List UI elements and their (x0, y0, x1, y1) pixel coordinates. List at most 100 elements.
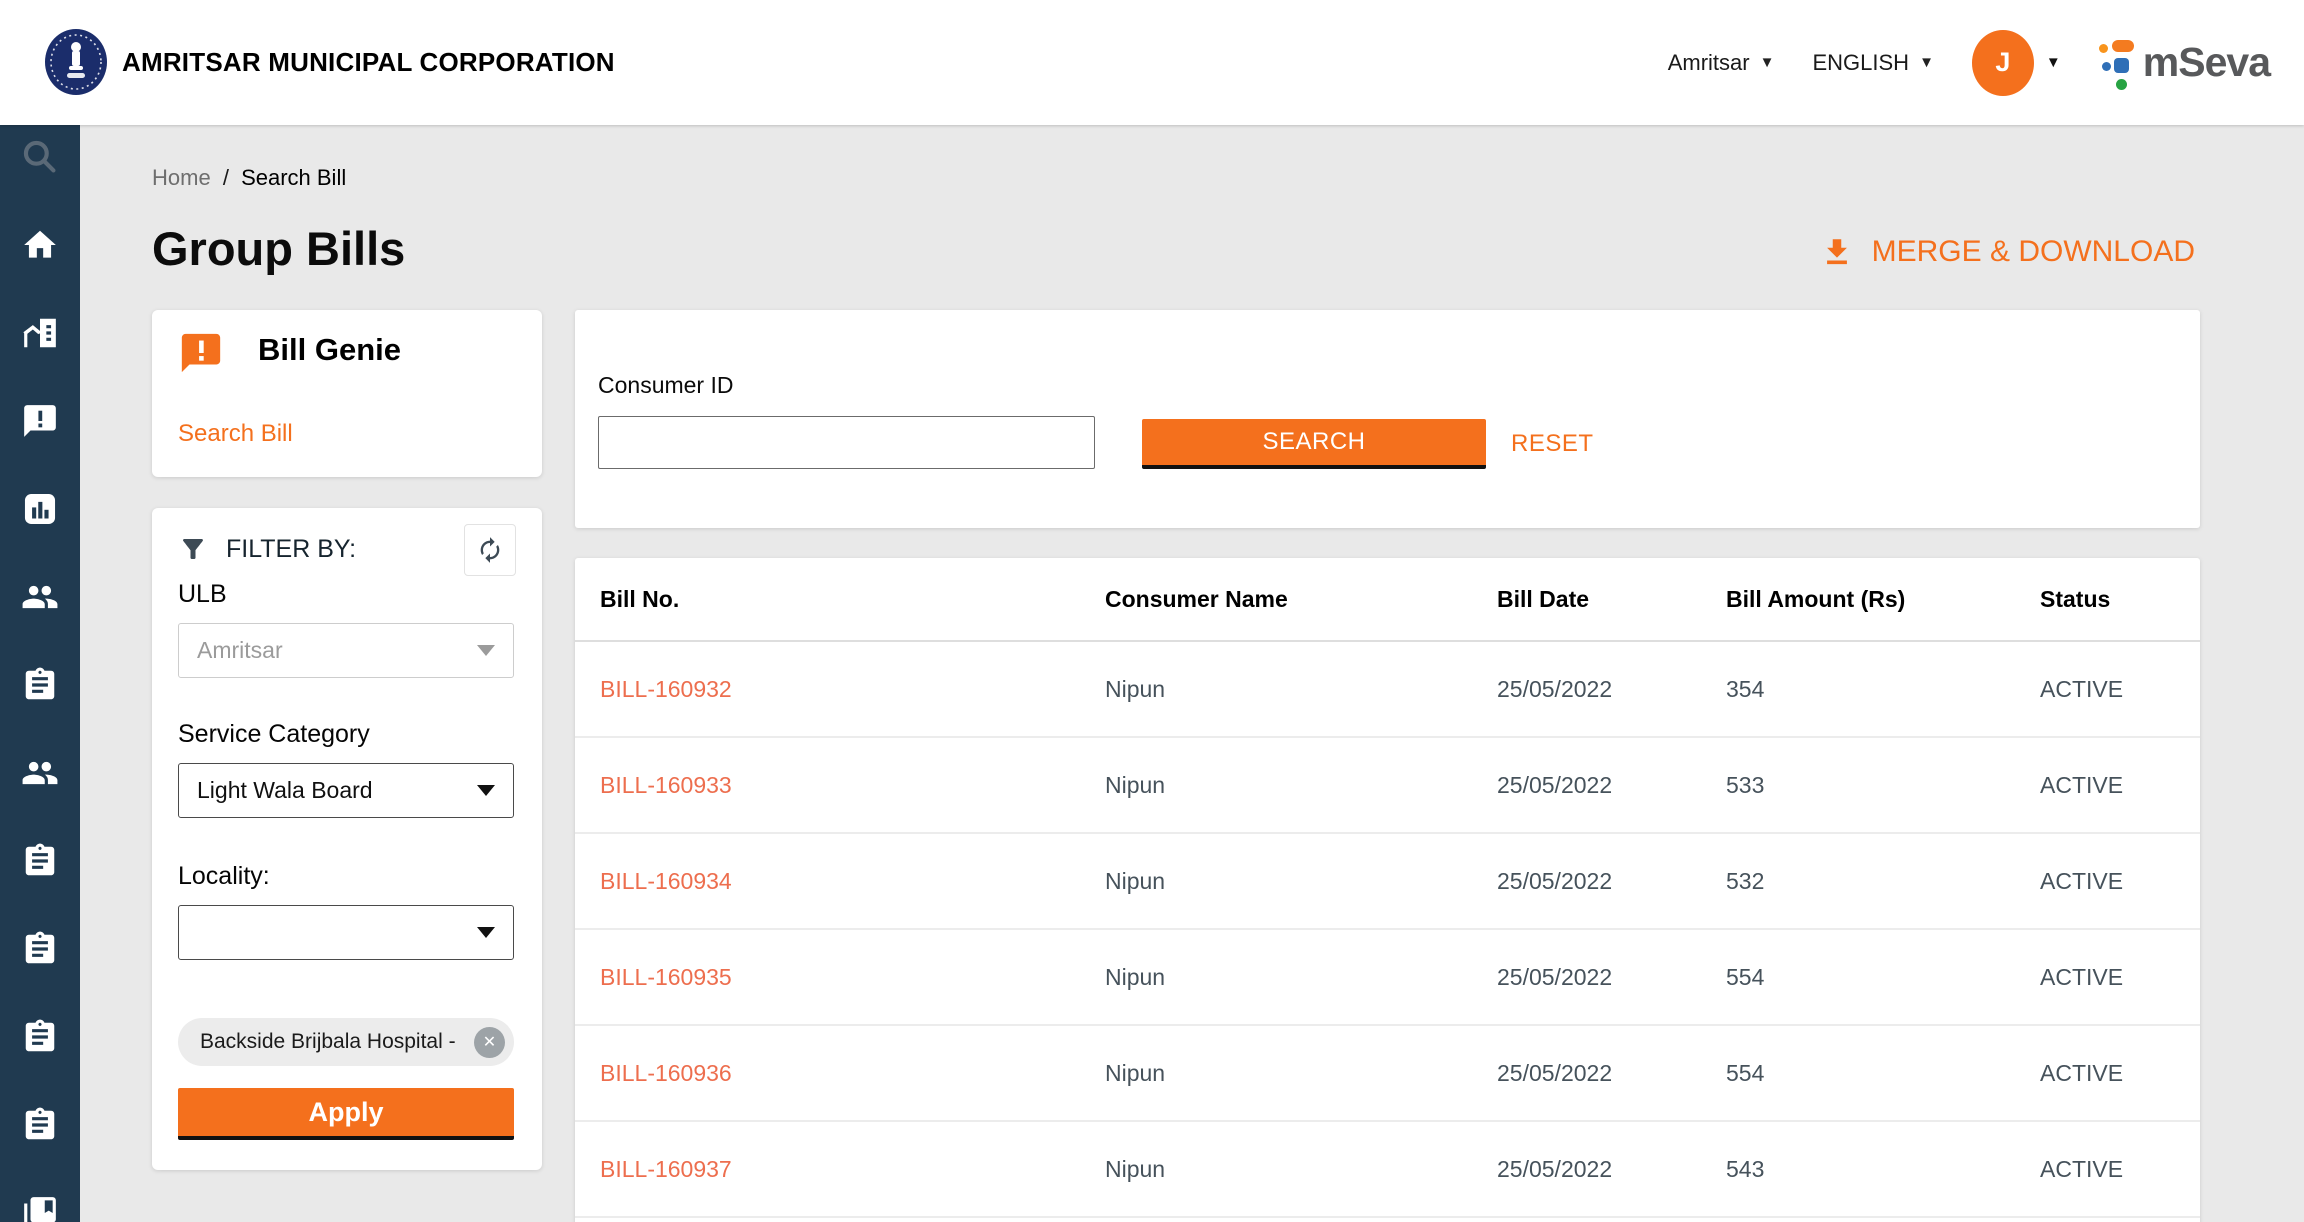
bill-genie-icon (178, 330, 224, 376)
chip-label: Backside Brijbala Hospital - (200, 1030, 456, 1054)
bill-date-cell: 25/05/2022 (1497, 772, 1726, 799)
language-selector-label: ENGLISH (1812, 50, 1909, 76)
clipboard-icon (21, 842, 59, 880)
ulb-select[interactable]: Amritsar (178, 623, 514, 678)
status-cell: ACTIVE (2040, 868, 2200, 895)
breadcrumb: Home / Search Bill (152, 165, 346, 191)
chip-remove-button[interactable]: ✕ (474, 1027, 505, 1058)
chevron-down-icon: ▼ (1919, 54, 1934, 71)
bill-number-link[interactable]: BILL-160937 (600, 1156, 732, 1182)
bill-genie-card: Bill Genie Search Bill (152, 310, 542, 477)
service-category-label: Service Category (178, 720, 370, 749)
chevron-down-icon (477, 785, 495, 796)
user-avatar[interactable]: J (1972, 30, 2034, 96)
breadcrumb-separator: / (223, 165, 229, 190)
user-menu-chevron-icon[interactable]: ▼ (2046, 54, 2061, 71)
table-row: BILL-160936 Nipun 25/05/2022 554 ACTIVE (575, 1026, 2200, 1122)
search-button[interactable]: SEARCH (1142, 419, 1486, 469)
table-header-row: Bill No. Consumer Name Bill Date Bill Am… (575, 558, 2200, 642)
apply-button[interactable]: Apply (178, 1088, 514, 1140)
chevron-down-icon: ▼ (1760, 54, 1775, 71)
service-category-value: Light Wala Board (197, 777, 373, 804)
page-title: Group Bills (152, 221, 405, 276)
search-bill-link[interactable]: Search Bill (178, 420, 293, 448)
bill-amount-cell: 354 (1726, 676, 2040, 703)
breadcrumb-home-link[interactable]: Home (152, 165, 211, 190)
bill-amount-cell: 533 (1726, 772, 2040, 799)
sidebar-item-users[interactable] (0, 578, 80, 616)
status-cell: ACTIVE (2040, 964, 2200, 991)
col-header-bill-no: Bill No. (600, 586, 1105, 613)
locality-label: Locality: (178, 862, 270, 891)
download-icon (1820, 235, 1854, 269)
home-icon (21, 226, 59, 264)
mseva-brand-logo: mSeva (2099, 36, 2270, 90)
sidebar-item-receipts[interactable] (0, 930, 80, 968)
mseva-dots-icon (2099, 36, 2133, 90)
municipal-emblem-logo (44, 28, 108, 101)
status-cell: ACTIVE (2040, 1156, 2200, 1183)
clipboard-icon (21, 930, 59, 968)
clipboard-icon (21, 1018, 59, 1056)
bill-date-cell: 25/05/2022 (1497, 1060, 1726, 1087)
clipboard-icon (21, 666, 59, 704)
mseva-brand-name: mSeva (2143, 39, 2270, 86)
bill-date-cell: 25/05/2022 (1497, 1156, 1726, 1183)
col-header-bill-amount: Bill Amount (Rs) (1726, 586, 2040, 613)
bill-number-link[interactable]: BILL-160934 (600, 868, 732, 894)
people-icon (21, 754, 59, 792)
sidebar-item-bookmarks[interactable] (0, 1194, 80, 1222)
service-category-select[interactable]: Light Wala Board (178, 763, 514, 818)
breadcrumb-current: Search Bill (241, 165, 346, 190)
consumer-id-input[interactable] (598, 416, 1095, 469)
bill-date-cell: 25/05/2022 (1497, 868, 1726, 895)
table-row: BILL-160934 Nipun 25/05/2022 532 ACTIVE (575, 834, 2200, 930)
sidebar-item-tasks[interactable] (0, 666, 80, 704)
refresh-filters-button[interactable] (464, 524, 516, 576)
table-row: BILL-160933 Nipun 25/05/2022 533 ACTIVE (575, 738, 2200, 834)
locality-select[interactable] (178, 905, 514, 960)
sidebar-item-reports[interactable] (0, 490, 80, 528)
left-nav-sidebar (0, 125, 80, 1222)
consumer-name-cell: Nipun (1105, 868, 1497, 895)
sidebar-item-home[interactable] (0, 226, 80, 264)
language-selector[interactable]: ENGLISH ▼ (1812, 50, 1933, 76)
bill-number-link[interactable]: BILL-160935 (600, 964, 732, 990)
sidebar-item-complaints[interactable] (0, 402, 80, 440)
consumer-name-cell: Nipun (1105, 1060, 1497, 1087)
reset-link[interactable]: RESET (1511, 430, 1594, 458)
bill-amount-cell: 554 (1726, 1060, 2040, 1087)
bill-number-link[interactable]: BILL-160933 (600, 772, 732, 798)
col-header-consumer-name: Consumer Name (1105, 586, 1497, 613)
sidebar-item-search[interactable] (0, 135, 80, 179)
bill-number-link[interactable]: BILL-160936 (600, 1060, 732, 1086)
sidebar-item-groups[interactable] (0, 754, 80, 792)
ulb-select-value: Amritsar (197, 637, 283, 664)
status-cell: ACTIVE (2040, 772, 2200, 799)
table-row: BILL-160935 Nipun 25/05/2022 554 ACTIVE (575, 930, 2200, 1026)
sidebar-item-services[interactable] (0, 1018, 80, 1056)
merge-download-button[interactable]: MERGE & DOWNLOAD (1820, 235, 2195, 269)
consumer-search-panel: Consumer ID SEARCH RESET (575, 310, 2200, 528)
sidebar-item-records[interactable] (0, 1106, 80, 1144)
bill-amount-cell: 554 (1726, 964, 2040, 991)
status-cell: ACTIVE (2040, 676, 2200, 703)
chevron-down-icon (477, 645, 495, 656)
sidebar-item-property[interactable] (0, 314, 80, 352)
main-content: Home / Search Bill Group Bills MERGE & D… (80, 125, 2304, 1222)
consumer-id-label: Consumer ID (598, 372, 733, 399)
city-selector[interactable]: Amritsar ▼ (1668, 50, 1775, 76)
sidebar-item-bills[interactable] (0, 842, 80, 880)
bill-number-link[interactable]: BILL-160932 (600, 676, 732, 702)
selected-locality-chip: Backside Brijbala Hospital - ✕ (178, 1018, 514, 1066)
filter-funnel-icon (178, 534, 208, 564)
clipboard-icon (21, 1106, 59, 1144)
col-header-status: Status (2040, 586, 2200, 613)
top-header: AMRITSAR MUNICIPAL CORPORATION Amritsar … (0, 0, 2304, 125)
bookmark-icon (21, 1194, 59, 1222)
bar-chart-icon (21, 490, 59, 528)
people-icon (21, 578, 59, 616)
consumer-name-cell: Nipun (1105, 1156, 1497, 1183)
col-header-bill-date: Bill Date (1497, 586, 1726, 613)
city-selector-label: Amritsar (1668, 50, 1750, 76)
